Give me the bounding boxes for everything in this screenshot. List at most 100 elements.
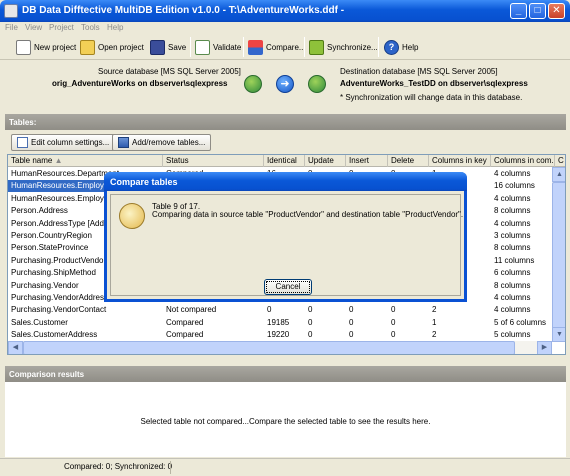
column-header-c[interactable]: C [555, 155, 565, 167]
maximize-button[interactable]: □ [529, 3, 546, 19]
table-cell: 16 columns [494, 181, 535, 191]
table-cell: 0 [308, 317, 313, 327]
destination-database-icon[interactable] [308, 75, 326, 93]
menu-project[interactable]: Project [49, 23, 74, 32]
table-row[interactable]: Sales.CustomerAddress Compared 19220 0 0 0 2 5 … [8, 329, 553, 341]
arrow-right-icon: ➜ [276, 75, 294, 93]
table-cell: 8 columns [494, 280, 531, 290]
sort-ascending-icon: ▲ [54, 156, 63, 165]
help-button[interactable]: ? Help [384, 38, 418, 56]
menu-file[interactable]: File [5, 23, 18, 32]
save-button[interactable]: Save [150, 38, 186, 56]
table-cell: 4 columns [494, 218, 531, 228]
compare-button[interactable]: Compare... [248, 38, 306, 56]
table-cell: Not compared [166, 305, 217, 315]
destination-db-name: AdventureWorks_TestDD on dbserver\sqlexp… [340, 79, 528, 88]
validate-button[interactable]: Validate [195, 38, 241, 56]
horizontal-scrollbar[interactable]: ◀ ▶ [8, 341, 552, 354]
cancel-button[interactable]: Cancel [264, 279, 312, 295]
open-folder-icon [80, 39, 95, 55]
checklist-icon [195, 39, 210, 55]
open-project-button[interactable]: Open project [80, 38, 144, 56]
table-cell: Purchasing.VendorContact [11, 305, 107, 315]
menu-help[interactable]: Help [107, 23, 123, 32]
table-cell: 1 [432, 317, 437, 327]
source-db-label: Source database [MS SQL Server 2005] [98, 67, 241, 76]
comparison-results-header: Comparison results [5, 366, 566, 382]
column-header-columns-in-key[interactable]: Columns in key [429, 155, 491, 167]
table-cell: 19220 [267, 330, 290, 340]
edit-column-settings-button[interactable]: Edit column settings... [11, 134, 116, 151]
status-divider [170, 461, 171, 474]
table-row[interactable]: Sales.Customer Compared 19185 0 0 0 1 5 of 6 co… [8, 317, 553, 329]
column-header-columns-in-compare[interactable]: Columns in com... [491, 155, 555, 167]
table-cell: 11 columns [494, 255, 535, 265]
table-cell: 0 [267, 305, 272, 315]
table-cell: 0 [308, 305, 313, 315]
tables-icon [118, 137, 129, 148]
table-cell: 0 [349, 317, 354, 327]
table-cell: 8 columns [494, 243, 531, 253]
app-icon [4, 4, 18, 18]
save-disk-icon [150, 39, 165, 55]
scroll-up-icon[interactable]: ▲ [552, 167, 565, 182]
add-remove-tables-button[interactable]: Add/remove tables... [112, 134, 212, 151]
help-question-icon: ? [384, 39, 399, 55]
table-cell: 0 [308, 330, 313, 340]
window-title: DB Data Difftective MultiDB Edition v1.0… [22, 5, 345, 16]
minimize-button[interactable]: _ [510, 3, 527, 19]
table-row[interactable]: Purchasing.VendorContact Not compared 0 0 0 0… [8, 304, 553, 316]
table-cell: 0 [391, 330, 396, 340]
destination-db-label: Destination database [MS SQL Server 2005… [340, 67, 498, 76]
table-cell: 0 [391, 305, 396, 315]
table-cell: Sales.Customer [11, 317, 68, 327]
vertical-scrollbar[interactable]: ▲ ▼ [552, 167, 565, 342]
table-cell: 5 columns [494, 330, 531, 340]
sync-icon [309, 39, 324, 55]
scroll-left-icon[interactable]: ◀ [8, 341, 23, 354]
menu-tools[interactable]: Tools [81, 23, 100, 32]
sync-warning-note: * Synchronization will change data in th… [340, 93, 523, 102]
column-header-table-name[interactable]: Table name ▲ [8, 155, 163, 167]
title-bar: DB Data Difftective MultiDB Edition v1.0… [0, 0, 570, 22]
tables-section-header: Tables: [5, 114, 566, 130]
grid-header: Table name ▲ Status Identical Update Ins… [8, 155, 565, 167]
column-header-update[interactable]: Update [305, 155, 346, 167]
table-cell: 4 columns [494, 305, 531, 315]
source-database-icon[interactable] [244, 75, 262, 93]
synchronize-button[interactable]: Synchronize... [309, 38, 378, 56]
table-cell: 4 columns [494, 293, 531, 302]
menu-view[interactable]: View [25, 23, 42, 32]
table-cell: 8 columns [494, 206, 531, 216]
menu-bar: File View Project Tools Help [0, 22, 570, 34]
status-text: Compared: 0; Synchronized: 0 [64, 462, 173, 471]
table-cell: 3 columns [494, 231, 531, 240]
dialog-title: Compare tables [104, 172, 467, 191]
close-button[interactable]: ✕ [548, 3, 565, 19]
column-header-identical[interactable]: Identical [264, 155, 305, 167]
compare-arrows-icon [248, 39, 263, 55]
new-project-button[interactable]: New project [16, 38, 76, 56]
source-db-name: orig_AdventureWorks on dbserver\sqlexpre… [52, 79, 228, 88]
column-header-status[interactable]: Status [163, 155, 264, 167]
table-cell: Compared [166, 330, 204, 340]
table-cell: 2 [432, 305, 437, 315]
table-cell: Compared [166, 317, 204, 327]
table-cell: Sales.CustomerAddress [11, 330, 98, 340]
dialog-body: Table 9 of 17. Comparing data in source … [110, 194, 463, 296]
database-panel: Source database [MS SQL Server 2005] ori… [0, 61, 570, 111]
table-cell: 0 [349, 305, 354, 315]
new-document-icon [16, 39, 31, 55]
table-cell: 4 columns [494, 169, 531, 178]
table-cell: 0 [349, 330, 354, 340]
scroll-right-icon[interactable]: ▶ [537, 341, 552, 354]
horizontal-scroll-thumb[interactable] [23, 341, 515, 354]
column-header-insert[interactable]: Insert [346, 155, 388, 167]
vertical-scroll-thumb[interactable] [552, 182, 565, 342]
column-header-delete[interactable]: Delete [388, 155, 429, 167]
table-cell: 4 columns [494, 193, 531, 203]
scroll-down-icon[interactable]: ▼ [552, 327, 565, 342]
table-cell: 5 of 6 columns [494, 317, 547, 327]
table-cell: 2 [432, 330, 437, 340]
table-cell: 19185 [267, 317, 290, 327]
